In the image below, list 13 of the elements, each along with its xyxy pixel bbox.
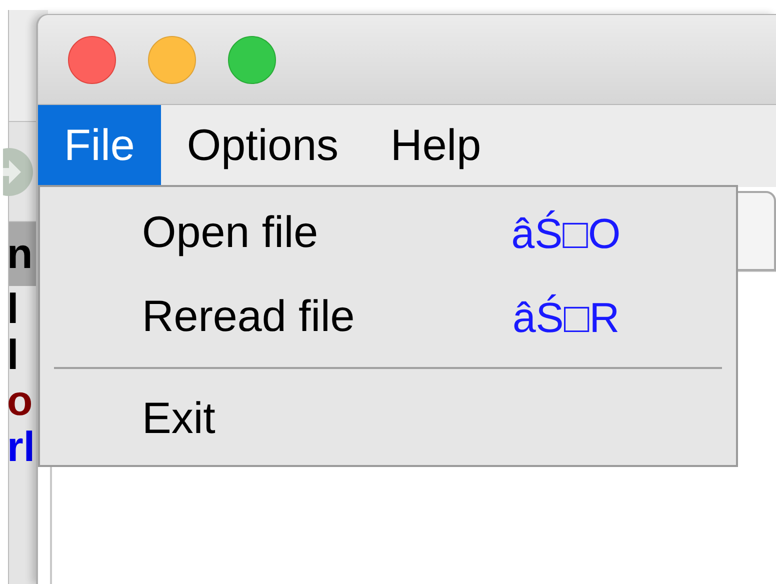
list-item: o — [7, 378, 33, 424]
menu-title[interactable]: Options — [160, 105, 365, 187]
list-item: rl — [7, 424, 36, 470]
list-item: l — [7, 332, 19, 378]
list-item: l — [7, 286, 19, 332]
menu-title[interactable]: File — [38, 105, 161, 187]
menu-item[interactable]: Exit — [40, 377, 736, 461]
close-button[interactable] — [68, 36, 116, 84]
minimize-button[interactable] — [148, 36, 196, 84]
menu-item[interactable]: Open file âŚ□O — [40, 191, 736, 275]
menu-item[interactable]: Reread file âŚ□R — [40, 275, 736, 359]
zoom-button[interactable] — [228, 36, 276, 84]
menu-title[interactable]: Help — [364, 105, 508, 187]
